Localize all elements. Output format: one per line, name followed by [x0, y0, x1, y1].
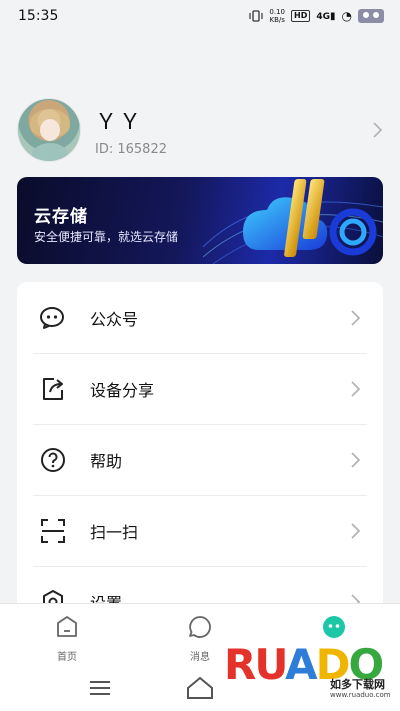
me-icon	[323, 616, 345, 638]
signal-icon: 4G▮	[316, 10, 336, 22]
tab-home[interactable]: 首页	[37, 614, 97, 663]
share-icon	[43, 377, 63, 400]
hd-badge: HD	[291, 10, 311, 22]
message-icon	[189, 616, 211, 638]
wechat-icon	[40, 306, 64, 329]
menu-item-official-account[interactable]: 公众号	[17, 282, 383, 353]
menu-label: 公众号	[90, 309, 139, 329]
cloud-storage-illustration	[203, 179, 383, 264]
menu-card: 公众号 设备分享 帮助 扫一扫	[17, 282, 383, 622]
menu-item-help[interactable]: 帮助	[17, 424, 383, 495]
watermark-subtitle: 如多下载网	[330, 678, 385, 691]
status-icons: 0.10 KB/s HD 4G▮ ◔	[249, 8, 384, 24]
battery-icon	[358, 9, 384, 23]
vibrate-icon	[249, 10, 264, 22]
chevron-right-icon[interactable]	[371, 120, 383, 140]
net-speed: 0.10 KB/s	[269, 8, 285, 24]
banner-title: 云存储	[34, 207, 88, 227]
menu-label: 设备分享	[90, 380, 155, 400]
menu-icon[interactable]	[90, 681, 110, 695]
menu-label: 帮助	[90, 451, 123, 471]
chevron-right-icon	[351, 380, 361, 397]
avatar[interactable]	[17, 98, 81, 162]
watermark-url: www.ruaduo.com	[330, 691, 391, 699]
chevron-right-icon	[351, 309, 361, 326]
profile-row[interactable]: ＹＹ ID: 165822	[17, 96, 383, 164]
chevron-right-icon	[351, 522, 361, 539]
profile-info: ＹＹ ID: 165822	[95, 104, 371, 157]
menu-item-scan[interactable]: 扫一扫	[17, 495, 383, 566]
banner-subtitle: 安全便捷可靠，就选云存储	[34, 230, 179, 244]
profile-id: ID: 165822	[95, 141, 167, 157]
wifi-icon: ◔	[341, 9, 352, 23]
menu-label: 扫一扫	[90, 522, 139, 542]
status-time: 15:35	[18, 8, 59, 24]
profile-name: ＹＹ	[95, 109, 144, 135]
help-icon	[41, 447, 65, 472]
tab-label: 消息	[190, 652, 210, 663]
tab-label: 首页	[57, 652, 77, 663]
menu-item-device-share[interactable]: 设备分享	[17, 353, 383, 424]
home-icon	[57, 616, 77, 637]
chevron-right-icon	[351, 451, 361, 468]
home-icon[interactable]	[187, 676, 213, 699]
cloud-storage-banner[interactable]: 云存储 安全便捷可靠，就选云存储	[17, 177, 383, 264]
watermark-logo: RUADO 如多下载网 www.ruaduo.com	[222, 640, 392, 706]
status-bar: 15:35 0.10 KB/s HD 4G▮ ◔	[0, 0, 400, 32]
tab-messages[interactable]: 消息	[170, 614, 230, 663]
scan-icon	[41, 518, 65, 543]
